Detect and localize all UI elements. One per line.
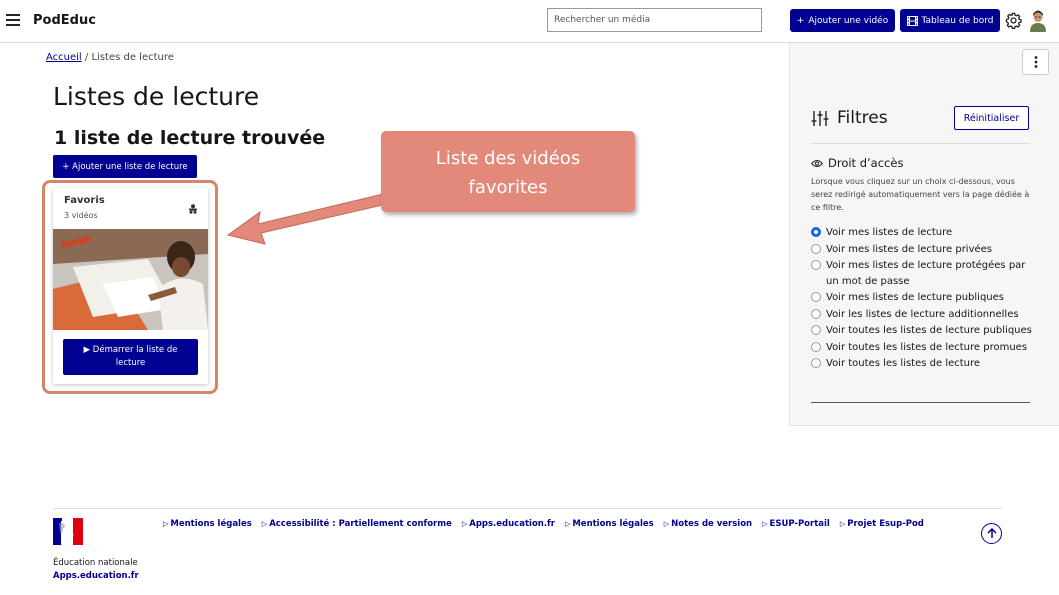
top-bar: PodEduc + Ajouter une vidéo Tableau de b… [0,0,1059,43]
page-title: Listes de lecture [53,82,260,111]
radio-button[interactable] [811,243,821,254]
radio-button[interactable] [811,308,821,319]
gear-icon[interactable] [1005,12,1022,29]
radio-button[interactable] [811,358,821,368]
playlist-title[interactable]: Favoris [64,195,105,206]
breadcrumb-home-link[interactable]: Accueil [46,52,82,63]
filter-option-label: Voir mes listes de lecture protégées par… [826,260,1026,287]
filter-option-label: Voir toutes les listes de lecture promue… [826,341,1028,353]
dashboard-label: Tableau de bord [921,15,994,26]
filter-option-label: Voir mes listes de lecture privées [826,243,993,255]
radio-button[interactable] [811,341,821,352]
filter-option-label: Voir toutes les listes de lecture [826,358,981,369]
footer-link-label: Mentions légales [572,519,654,529]
breadcrumb-separator: / [84,52,89,63]
filter-option-protected[interactable]: Voir mes listes de lecture protégées par… [811,258,1033,289]
play-icon: ▶ [83,345,91,355]
eye-icon [811,159,823,167]
filter-option-label: Voir toutes les listes de lecture publiq… [826,325,1032,336]
radio-button[interactable] [811,292,821,302]
kebab-icon [1034,56,1037,68]
triangle-right-icon: ▷ [564,520,571,528]
filters-header: Filtres [811,108,888,128]
plus-icon: + [796,15,805,26]
footer-link-label: Apps.education.fr [469,519,555,529]
add-video-button[interactable]: + Ajouter une vidéo [790,9,895,32]
access-filter-options: Voir mes listes de lecture Voir mes list… [811,225,1033,373]
add-video-label: Ajouter une vidéo [808,15,889,26]
access-rights-description: Lorsque vous cliquez sur un choix ci-des… [811,177,1030,212]
access-rights-title: Droit d’accès [828,156,904,170]
callout-annotation: Liste des vidéos favorites [381,131,635,212]
back-to-top-button[interactable] [981,523,1002,544]
footer-link-label: Notes de version [671,519,753,529]
visibility-icon [189,204,197,214]
triangle-right-icon: ▷ [762,520,768,528]
dashboard-button[interactable]: Tableau de bord [900,9,1000,32]
footer-org-name: Éducation nationale [53,558,138,568]
avatar[interactable] [1029,10,1047,32]
film-icon [906,15,918,26]
filters-bottom-divider [811,402,1030,403]
filter-option-additional[interactable]: Voir les listes de lecture additionnelle… [811,307,1033,323]
footer-link-label: ESUP-Portail [769,519,830,529]
triangle-right-icon: ▷ [261,520,268,528]
more-options-button[interactable] [1022,49,1049,75]
footer-org-link[interactable]: Apps.education.fr [53,571,139,581]
filter-option-label: Voir les listes de lecture additionnelle… [826,308,1019,320]
playlist-video-count: 3 vidéos [64,211,98,220]
footer-link-label: Mentions légales [170,519,252,529]
filter-option-all[interactable]: Voir toutes les listes de lecture [811,356,1033,372]
footer-link-release-notes[interactable]: ▷ Notes de version [664,519,752,529]
triangle-right-icon: ▷ [163,520,169,528]
arrow-up-icon [986,528,997,538]
filter-option-label: Voir mes listes de lecture publiques [826,292,1004,303]
start-playlist-button[interactable]: ▶ Démarrer la liste de lecture [63,339,198,375]
footer-links: ▷ Mentions légales ▷ Accessibilité : Parti… [163,519,924,529]
triangle-right-icon: ▷ [461,520,468,528]
playlist-thumbnail[interactable] [53,229,208,330]
radio-button[interactable] [811,325,821,335]
triangle-right-icon: ▷ [839,520,846,528]
playlist-card[interactable]: Favoris 3 vidéos ▶ Démarrer la liste de … [53,188,208,384]
footer-link-esup-pod[interactable]: ▷ Projet Esup-Pod [840,519,924,529]
filter-option-public[interactable]: Voir mes listes de lecture publiques [811,290,1033,306]
search-input[interactable] [547,8,762,32]
marianne-logo [53,518,83,545]
footer-link-apps[interactable]: ▷ Apps.education.fr [462,519,555,529]
reset-filters-button[interactable]: Réinitialiser [954,106,1029,130]
filter-option-label: Voir mes listes de lecture [826,227,953,238]
footer-link-esup-portail[interactable]: ▷ ESUP-Portail [762,519,830,529]
footer-link-label: Accessibilité : Partiellement conforme [269,519,452,529]
radio-button[interactable] [811,227,821,237]
filter-option-all-promoted[interactable]: Voir toutes les listes de lecture promue… [811,340,1033,356]
filter-option-my-playlists[interactable]: Voir mes listes de lecture [811,225,1033,241]
access-rights-heading: Droit d’accès [811,156,903,170]
footer-link-accessibility[interactable]: ▷ Accessibilité : Partiellement conforme [262,519,452,529]
brand-logo[interactable]: PodEduc [33,13,96,28]
filter-option-all-public[interactable]: Voir toutes les listes de lecture publiq… [811,323,1033,339]
results-count-title: 1 liste de lecture trouvée [54,127,326,149]
triangle-right-icon: ▷ [663,520,670,528]
callout-line2: favorites [468,177,548,198]
breadcrumb-current: Listes de lecture [91,52,174,63]
filter-option-private[interactable]: Voir mes listes de lecture privées [811,242,1033,258]
callout-line1: Liste des vidéos [435,148,581,169]
footer-link-label: Projet Esup-Pod [847,519,924,529]
start-playlist-label: Démarrer la liste de lecture [92,345,178,368]
sliders-icon [811,110,829,126]
radio-button[interactable] [811,260,821,270]
add-playlist-button[interactable]: + Ajouter une liste de lecture [53,155,197,178]
menu-icon[interactable] [6,14,20,26]
footer-divider [53,508,1002,509]
filters-title: Filtres [837,108,888,128]
breadcrumb: Accueil / Listes de lecture [46,52,174,63]
filters-divider [811,143,1030,144]
footer-link-legal-2[interactable]: ▷ Mentions légales [565,519,654,529]
callout-arrow [226,193,388,245]
footer-link-legal[interactable]: ▷ Mentions légales [163,519,252,529]
